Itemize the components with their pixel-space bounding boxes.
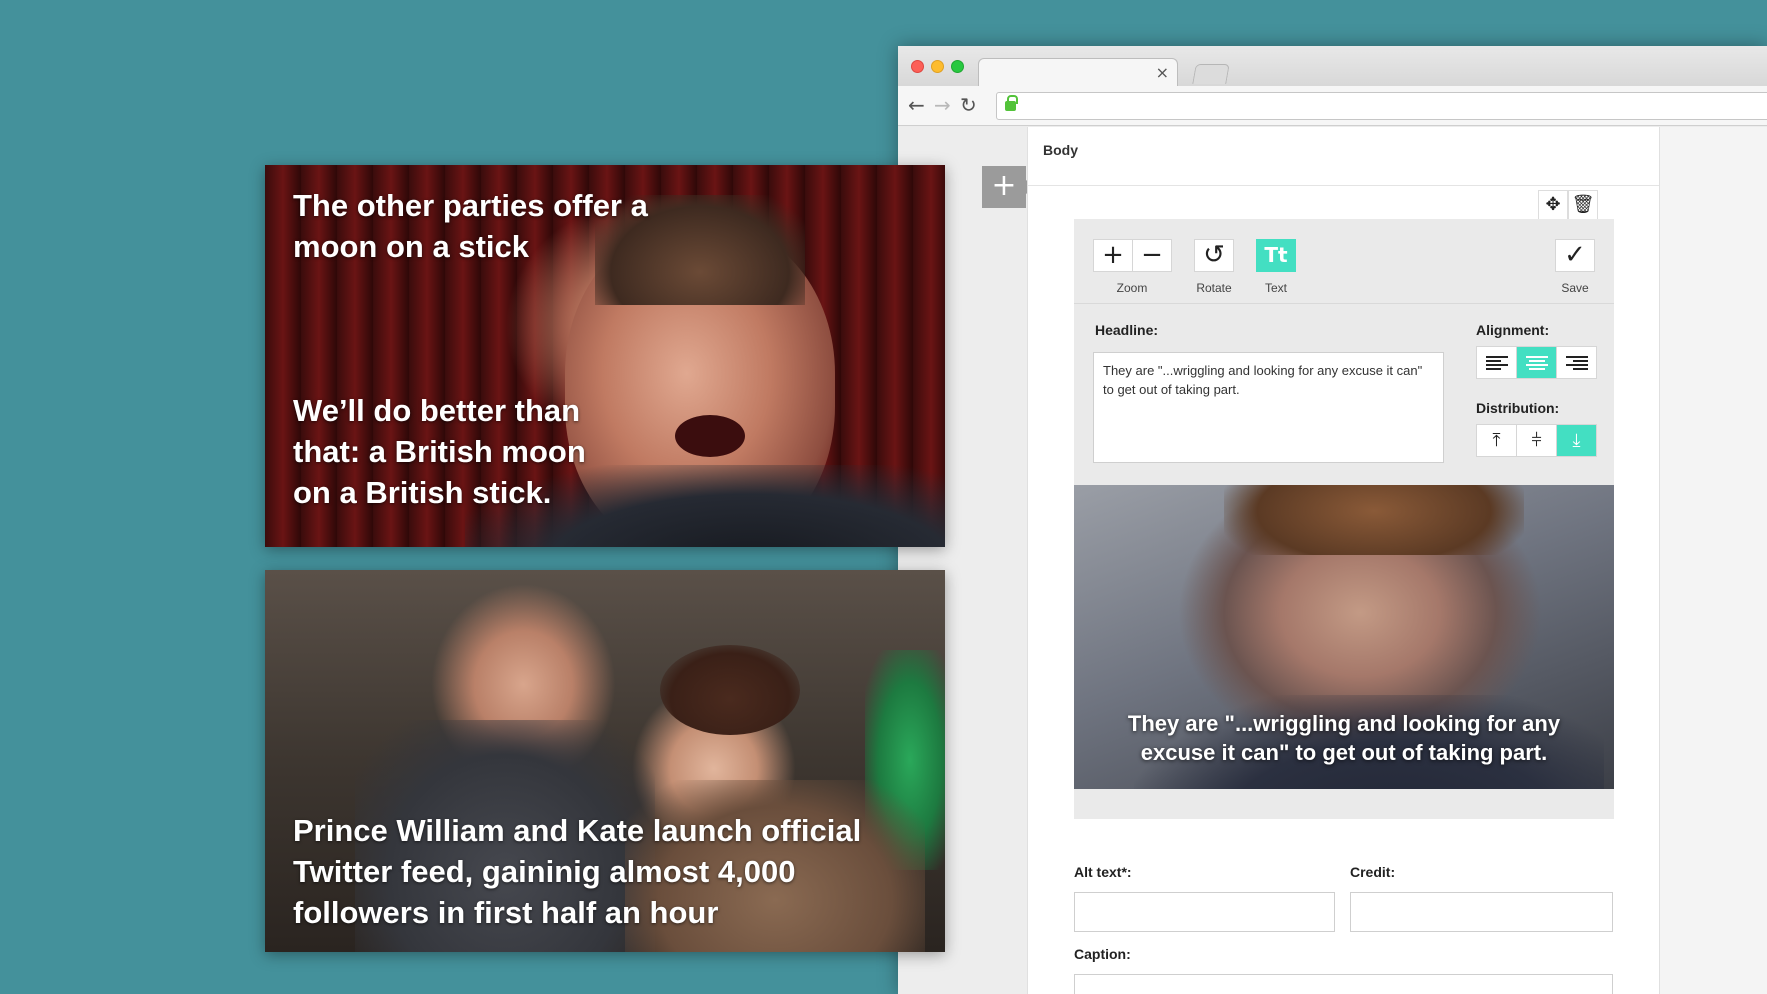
editor-page: + Body ✥ 🗑 + − Zoom ↺ Rotate Tt Text ✓ S… [898,127,1767,994]
alignment-control [1476,346,1597,379]
right-gutter [1660,127,1767,994]
move-icon[interactable]: ✥ [1538,190,1568,220]
reload-icon[interactable]: ↻ [960,94,977,116]
text-label: Text [1264,281,1287,295]
alignment-label: Alignment: [1476,322,1550,338]
rotate-label: Rotate [1196,281,1232,295]
headline-label: Headline: [1095,322,1159,338]
alt-text-label: Alt text*: [1074,864,1132,880]
editor-column: Body ✥ 🗑 + − Zoom ↺ Rotate Tt Text ✓ Sav… [1027,127,1660,994]
section-label: Body [1043,142,1078,158]
back-arrow-icon[interactable]: ← [908,94,925,116]
distribute-middle-button[interactable]: ⫩ [1517,425,1557,456]
tab-close-icon[interactable]: × [1156,63,1169,83]
zoom-label: Zoom [1116,281,1148,295]
alt-text-input[interactable] [1074,892,1335,932]
browser-window: × ← → ↻ + Body ✥ 🗑 + − Zoom ↺ Rotate Tt … [898,46,1767,994]
card-1-bottom-text: We’ll do better than that: a British moo… [293,393,586,510]
credit-label: Credit: [1350,864,1396,880]
image-toolbar: + − Zoom ↺ Rotate Tt Text ✓ Save [1074,219,1614,304]
distribute-bottom-icon: ⤓ [1572,430,1581,451]
minimize-window-button[interactable] [931,60,944,73]
image-editor-panel: + − Zoom ↺ Rotate Tt Text ✓ Save Headlin… [1074,219,1614,819]
card-2-bottom-text: Prince William and Kate launch official … [293,813,862,930]
zoom-in-button[interactable]: + [1093,239,1133,272]
distribute-top-icon: ⤒ [1492,430,1501,451]
distribute-middle-icon: ⫩ [1531,430,1542,451]
card-1-photo-mouth [675,415,745,457]
maximize-window-button[interactable] [951,60,964,73]
distribution-label: Distribution: [1476,400,1560,416]
add-block-button[interactable]: + [982,166,1035,208]
headline-textarea[interactable]: They are "...wriggling and looking for a… [1093,352,1444,463]
meme-card-2: Prince William and Kate launch official … [265,570,945,952]
distribute-bottom-button[interactable]: ⤓ [1557,425,1596,456]
caption-label: Caption: [1074,946,1131,962]
lock-icon [1005,95,1018,111]
image-preview: They are "...wriggling and looking for a… [1074,485,1614,789]
align-right-icon [1566,356,1588,370]
new-tab-button[interactable] [1192,64,1230,84]
trash-icon[interactable]: 🗑 [1568,190,1598,220]
meme-card-1: The other parties offer a moon on a stic… [265,165,945,547]
rotate-button[interactable]: ↺ [1194,239,1234,272]
address-bar[interactable] [996,92,1767,120]
credit-input[interactable] [1350,892,1613,932]
align-left-icon [1486,356,1508,370]
close-window-button[interactable] [911,60,924,73]
distribution-control: ⤒ ⫩ ⤓ [1476,424,1597,457]
align-left-button[interactable] [1477,347,1517,378]
card-1-top-text: The other parties offer a moon on a stic… [293,188,648,264]
divider [1028,185,1659,186]
text-button[interactable]: Tt [1256,239,1296,272]
preview-photo-hair [1224,485,1524,555]
card-2-photo-hat [660,645,800,735]
align-center-icon [1526,356,1548,370]
browser-tab[interactable]: × [978,58,1178,88]
zoom-out-button[interactable]: − [1132,239,1172,272]
align-center-button[interactable] [1517,347,1557,378]
forward-arrow-icon[interactable]: → [934,94,951,116]
browser-toolbar: ← → ↻ [898,86,1767,126]
browser-titlebar: × [898,46,1767,88]
preview-caption: They are "...wriggling and looking for a… [1127,711,1561,765]
save-label: Save [1561,281,1589,295]
caption-input[interactable] [1074,974,1613,994]
distribute-top-button[interactable]: ⤒ [1477,425,1517,456]
align-right-button[interactable] [1557,347,1596,378]
save-button[interactable]: ✓ [1555,239,1595,272]
